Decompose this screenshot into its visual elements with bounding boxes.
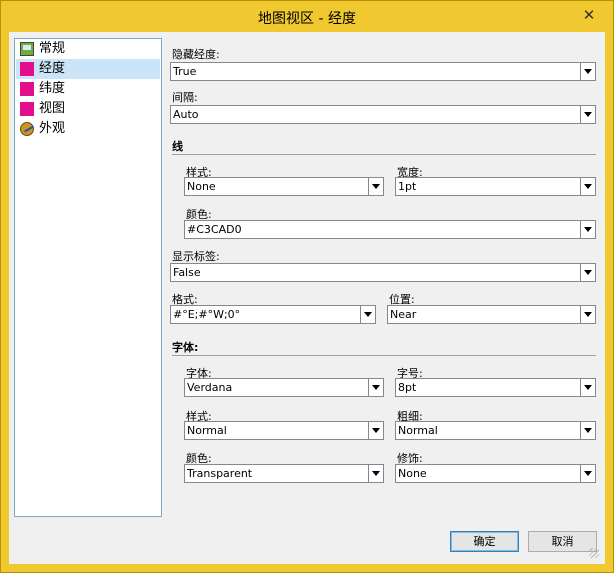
font-style-select[interactable]: Normal [184,421,384,440]
category-tree[interactable]: 常规 经度 纬度 视图 外观 [14,38,162,517]
hide-longitude-value: True [173,65,197,78]
chevron-down-icon[interactable] [580,178,595,195]
window-title: 地图视区 - 经度 [258,11,356,27]
tree-item-view[interactable]: 视图 [16,99,160,119]
resize-grip-icon[interactable] [589,548,599,558]
tree-item-label: 外观 [39,121,66,136]
line-style-select[interactable]: None [184,177,384,196]
position-value: Near [390,308,417,321]
tree-item-label: 视图 [39,101,66,116]
font-size-select[interactable]: 8pt [395,378,596,397]
chevron-down-icon[interactable] [368,178,383,195]
chevron-down-icon[interactable] [580,63,595,80]
chevron-down-icon[interactable] [580,106,595,123]
show-labels-select[interactable]: False [170,263,596,282]
line-width-select[interactable]: 1pt [395,177,596,196]
font-weight-select[interactable]: Normal [395,421,596,440]
interval-value: Auto [173,108,199,121]
decoration-value: None [398,467,427,480]
tree-item-label: 经度 [39,61,66,76]
interval-select[interactable]: Auto [170,105,596,124]
ok-button[interactable]: 确定 [450,531,519,552]
font-family-select[interactable]: Verdana [184,378,384,397]
appearance-palette-icon [20,122,34,136]
tree-item-appearance[interactable]: 外观 [16,119,160,139]
general-image-icon [20,42,34,56]
line-color-select[interactable]: #C3CAD0 [184,220,596,239]
magenta-square-icon [20,62,34,76]
font-weight-value: Normal [398,424,438,437]
chevron-down-icon[interactable] [368,465,383,482]
chevron-down-icon[interactable] [368,379,383,396]
magenta-square-icon [20,82,34,96]
dialog-window: 地图视区 - 经度 ✕ 常规 经度 纬度 视图 外观 隐藏经度: True 间隔… [0,0,614,573]
cancel-button[interactable]: 取消 [528,531,597,552]
line-color-value: #C3CAD0 [187,223,242,236]
chevron-down-icon[interactable] [580,379,595,396]
line-section-divider [172,154,596,155]
tree-item-label: 常规 [39,41,66,56]
line-section-heading: 线 [172,140,183,153]
font-color-select[interactable]: Transparent [184,464,384,483]
tree-item-latitude[interactable]: 纬度 [16,79,160,99]
tree-item-longitude[interactable]: 经度 [16,59,160,79]
chevron-down-icon[interactable] [580,264,595,281]
interval-label: 间隔: [172,91,198,104]
chevron-down-icon[interactable] [360,306,375,323]
font-style-value: Normal [187,424,227,437]
chevron-down-icon[interactable] [580,465,595,482]
font-size-value: 8pt [398,381,417,394]
chevron-down-icon[interactable] [580,221,595,238]
tree-item-label: 纬度 [39,81,66,96]
magenta-square-icon [20,102,34,116]
font-family-value: Verdana [187,381,233,394]
format-value: #°E;#°W;0° [173,308,241,321]
chevron-down-icon[interactable] [580,422,595,439]
chevron-down-icon[interactable] [368,422,383,439]
title-bar[interactable]: 地图视区 - 经度 ✕ [1,1,613,31]
font-section-heading: 字体: [172,341,199,354]
chevron-down-icon[interactable] [580,306,595,323]
line-style-value: None [187,180,216,193]
font-color-value: Transparent [187,467,253,480]
close-icon: ✕ [582,6,596,24]
format-select[interactable]: #°E;#°W;0° [170,305,376,324]
font-section-divider [172,355,596,356]
show-labels-value: False [173,266,201,279]
line-width-value: 1pt [398,180,417,193]
dialog-client-area: 常规 经度 纬度 视图 外观 隐藏经度: True 间隔: Auto 线 样式:… [9,32,605,564]
decoration-select[interactable]: None [395,464,596,483]
show-labels-label: 显示标签: [172,250,220,263]
hide-longitude-label: 隐藏经度: [172,48,220,61]
hide-longitude-select[interactable]: True [170,62,596,81]
position-select[interactable]: Near [387,305,596,324]
close-button[interactable]: ✕ [579,6,599,24]
tree-item-general[interactable]: 常规 [16,39,160,59]
